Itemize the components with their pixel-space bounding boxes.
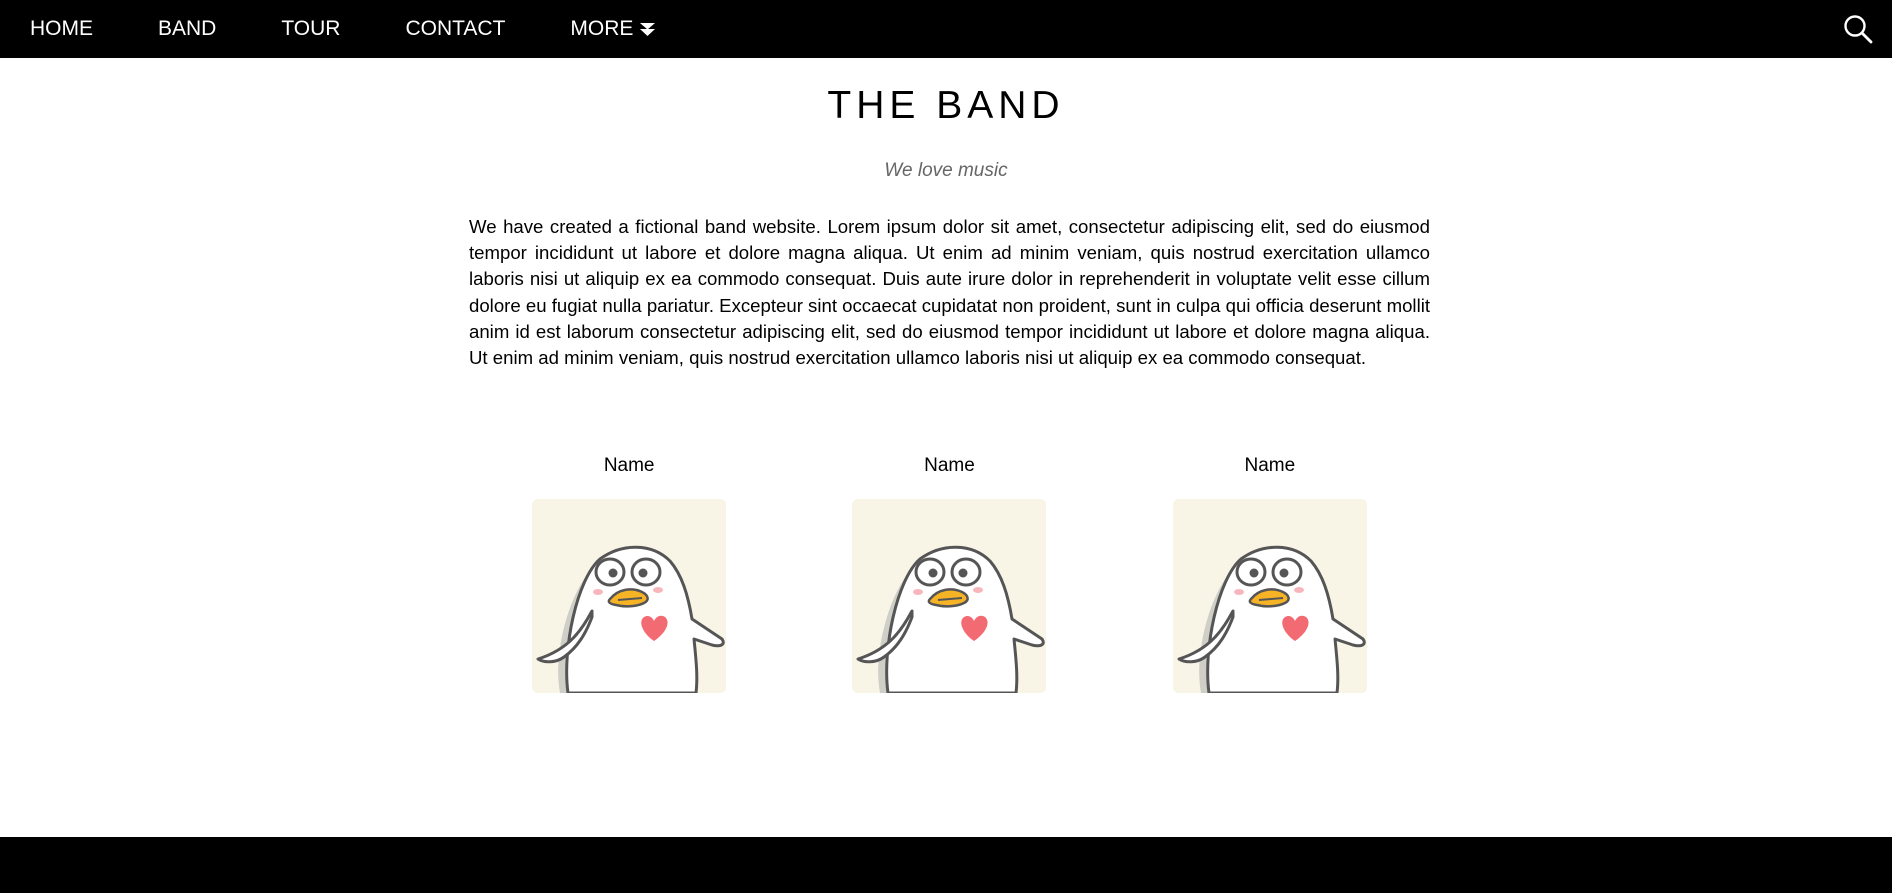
page-title: THE BAND	[827, 84, 1065, 127]
nav-item-label: CONTACT	[405, 17, 506, 40]
band-members: Name Name Name	[469, 455, 1430, 693]
caret-down-icon	[639, 22, 656, 37]
member-name: Name	[924, 455, 975, 476]
nav-item-band[interactable]: BAND	[158, 0, 281, 58]
page-subtitle: We love music	[884, 160, 1008, 181]
member-name: Name	[1244, 455, 1296, 476]
member-card: Name	[1170, 455, 1370, 693]
penguin-avatar-image	[532, 499, 727, 693]
top-navbar: HOME BAND TOUR CONTACT MORE	[0, 0, 1892, 58]
footer-bar	[0, 837, 1892, 893]
penguin-avatar-image	[852, 499, 1047, 693]
nav-item-label: BAND	[158, 17, 217, 40]
member-name: Name	[603, 455, 655, 476]
penguin-avatar-image	[1172, 499, 1367, 693]
member-card: Name	[529, 455, 729, 693]
band-description: We have created a fictional band website…	[469, 216, 1430, 369]
nav-item-contact[interactable]: CONTACT	[405, 0, 570, 58]
member-card: Name	[849, 455, 1049, 693]
page: HOME BAND TOUR CONTACT MORE THE BAND We …	[0, 0, 1892, 893]
nav-menu: HOME BAND TOUR CONTACT MORE	[0, 0, 656, 58]
nav-item-more-dropdown[interactable]: MORE	[570, 0, 656, 58]
nav-item-home[interactable]: HOME	[0, 0, 158, 58]
search-icon	[1842, 15, 1874, 49]
search-button[interactable]	[1842, 13, 1874, 45]
nav-item-tour[interactable]: TOUR	[281, 0, 405, 58]
nav-item-label: MORE	[570, 17, 634, 40]
nav-item-label: HOME	[30, 17, 93, 40]
nav-item-label: TOUR	[281, 17, 341, 40]
